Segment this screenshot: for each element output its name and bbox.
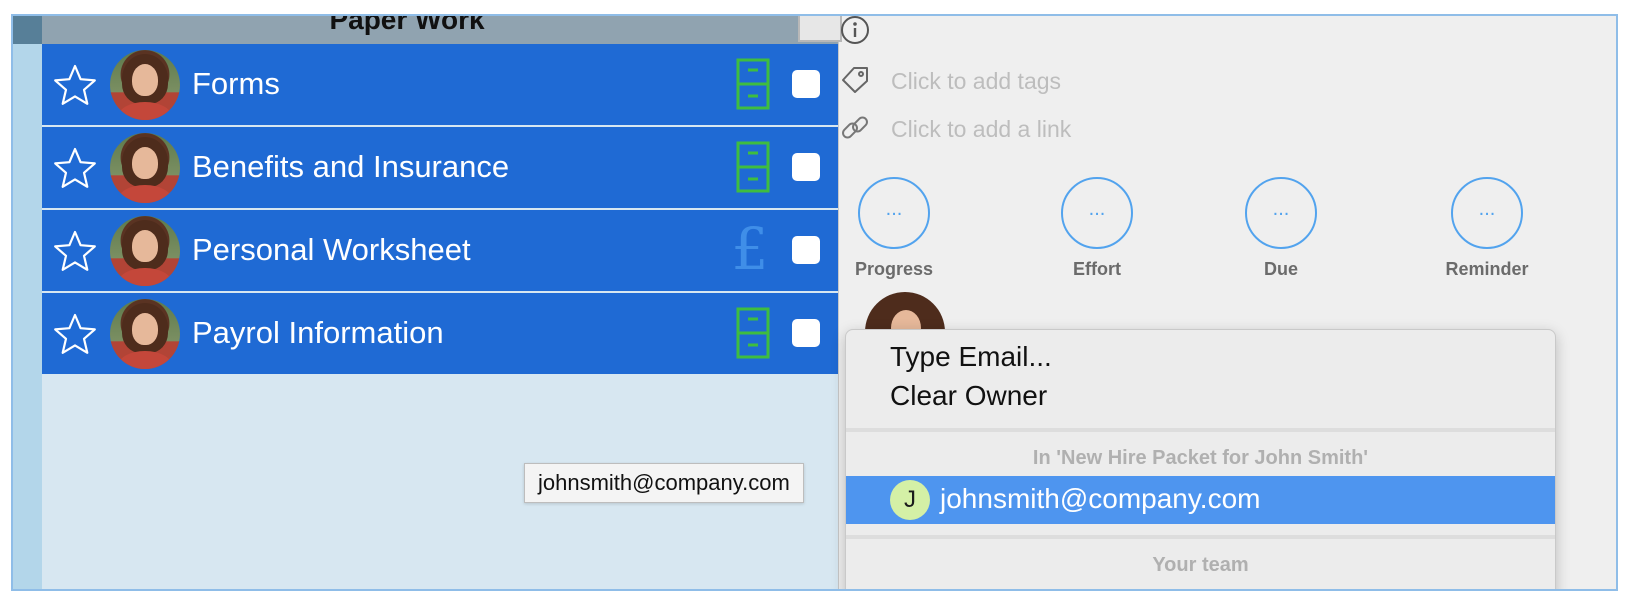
task-list-pane: Paper Work Forms Benefits and Insurance … xyxy=(13,14,842,589)
star-icon[interactable] xyxy=(53,146,97,190)
group-header[interactable]: Paper Work xyxy=(42,14,842,44)
menu-separator xyxy=(846,428,1555,432)
add-tags-field[interactable]: Click to add tags xyxy=(891,68,1061,95)
team-section-header: Your team xyxy=(1152,554,1249,576)
filing-cabinet-icon xyxy=(736,58,770,110)
assignee-avatar[interactable] xyxy=(110,216,180,286)
selected-user-email: johnsmith@company.com xyxy=(940,483,1261,514)
task-checkbox[interactable] xyxy=(792,70,820,98)
star-icon[interactable] xyxy=(53,229,97,273)
effort-label: Effort xyxy=(1073,259,1121,279)
selected-user-menu-item[interactable]: J johnsmith@company.com xyxy=(846,476,1555,524)
user-initial-avatar: J xyxy=(890,480,930,520)
task-label[interactable]: Payrol Information xyxy=(192,315,444,351)
assignee-avatar[interactable] xyxy=(110,133,180,203)
star-icon[interactable] xyxy=(53,312,97,356)
task-checkbox[interactable] xyxy=(792,153,820,181)
star-icon[interactable] xyxy=(53,63,97,107)
task-list: Forms Benefits and Insurance Personal Wo… xyxy=(42,44,838,376)
outline-gutter xyxy=(13,16,42,589)
reminder-button[interactable]: ... xyxy=(1451,177,1523,249)
group-checkbox[interactable] xyxy=(798,16,842,42)
project-section-header: In 'New Hire Packet for John Smith' xyxy=(1032,447,1369,469)
task-row[interactable]: Payrol Information xyxy=(42,293,838,374)
app-window: Paper Work Forms Benefits and Insurance … xyxy=(11,14,1618,591)
effort-button[interactable]: ... xyxy=(1061,177,1133,249)
assignee-avatar[interactable] xyxy=(110,299,180,369)
task-label[interactable]: Benefits and Insurance xyxy=(192,149,509,185)
task-row[interactable]: Forms xyxy=(42,44,838,125)
type-email-menu-item[interactable]: Type Email... xyxy=(890,341,1052,373)
task-checkbox[interactable] xyxy=(792,236,820,264)
progress-attribute[interactable]: ... Progress xyxy=(839,177,949,280)
progress-button[interactable]: ... xyxy=(858,177,930,249)
menu-separator xyxy=(846,535,1555,539)
email-tooltip: johnsmith@company.com xyxy=(524,463,804,503)
filing-cabinet-icon xyxy=(736,307,770,359)
due-button[interactable]: ... xyxy=(1245,177,1317,249)
owner-menu: Type Email... Clear Owner In 'New Hire P… xyxy=(845,329,1556,589)
reminder-label: Reminder xyxy=(1445,259,1529,279)
add-link-field[interactable]: Click to add a link xyxy=(891,116,1071,143)
group-title: Paper Work xyxy=(329,14,485,35)
outline-gutter-header xyxy=(13,16,42,44)
clear-owner-menu-item[interactable]: Clear Owner xyxy=(890,380,1047,412)
effort-attribute[interactable]: ... Effort xyxy=(1042,177,1152,280)
reminder-attribute[interactable]: ... Reminder xyxy=(1432,177,1542,280)
task-label[interactable]: Personal Worksheet xyxy=(192,232,471,268)
filing-cabinet-icon xyxy=(736,141,770,193)
progress-label: Progress xyxy=(854,259,934,279)
task-label[interactable]: Forms xyxy=(192,66,280,102)
due-attribute[interactable]: ... Due xyxy=(1226,177,1336,280)
task-details-pane: Click to add tags Click to add a link ..… xyxy=(839,16,1616,589)
link-icon[interactable] xyxy=(839,112,871,144)
info-icon[interactable] xyxy=(839,14,871,46)
task-checkbox[interactable] xyxy=(792,319,820,347)
task-row[interactable]: Benefits and Insurance xyxy=(42,127,838,208)
pound-currency-icon: £ xyxy=(731,215,769,283)
tag-icon[interactable] xyxy=(839,64,871,96)
task-row[interactable]: Personal Worksheet £ xyxy=(42,210,838,291)
due-label: Due xyxy=(1263,259,1298,279)
assignee-avatar[interactable] xyxy=(110,50,180,120)
